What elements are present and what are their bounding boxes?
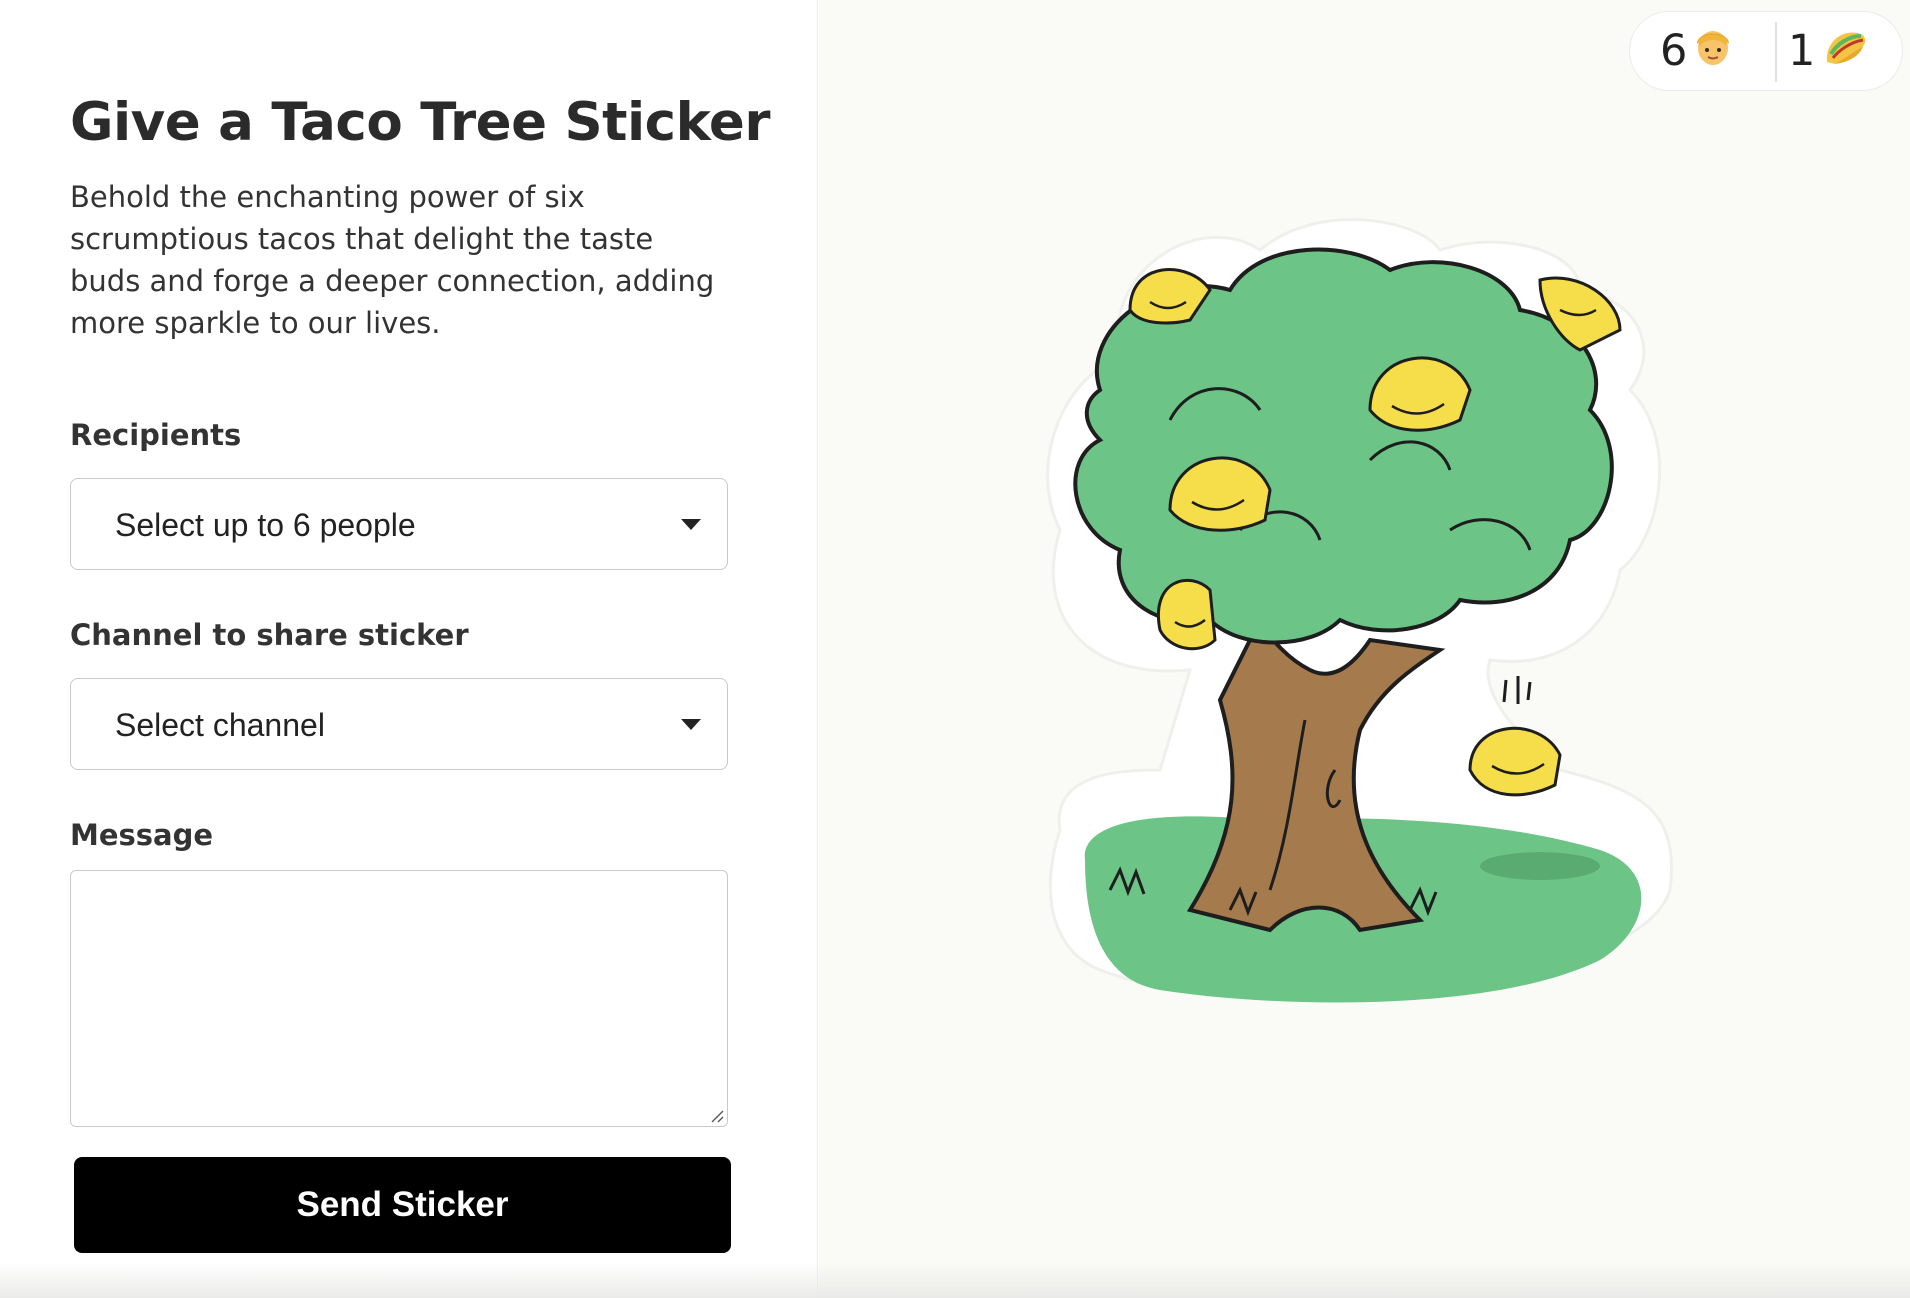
recipients-select[interactable]: Select up to 6 people <box>70 478 728 570</box>
taco-face-5 <box>1156 579 1217 651</box>
channel-select-placeholder: Select channel <box>115 707 325 743</box>
resize-grip-icon[interactable] <box>708 1107 724 1123</box>
people-stat: 6 <box>1660 12 1733 90</box>
page-title: Give a Taco Tree Sticker <box>70 92 771 153</box>
stats-pill: 6 1 <box>1629 11 1903 91</box>
stats-divider <box>1775 22 1777 82</box>
send-sticker-button[interactable]: Send Sticker <box>74 1157 731 1253</box>
recipients-select-placeholder: Select up to 6 people <box>115 507 416 543</box>
recipients-label: Recipients <box>70 418 242 452</box>
chevron-down-icon <box>681 519 701 530</box>
channel-label: Channel to share sticker <box>70 618 469 652</box>
chevron-down-icon <box>681 719 701 730</box>
bottom-shade <box>0 1262 1910 1298</box>
sticker-form-panel: Give a Taco Tree Sticker Behold the ench… <box>0 0 818 1298</box>
page-description: Behold the enchanting power of six scrum… <box>70 180 715 340</box>
message-textarea[interactable] <box>70 870 728 1127</box>
taco-stat: 1 <box>1788 12 1869 90</box>
taco-emoji-icon <box>1821 24 1869 79</box>
taco-tree-sticker-illustration <box>1046 218 1673 1003</box>
person-emoji-icon <box>1693 24 1733 79</box>
channel-select[interactable]: Select channel <box>70 678 728 770</box>
message-label: Message <box>70 818 214 852</box>
taco-count: 1 <box>1788 26 1816 76</box>
people-count: 6 <box>1660 26 1688 76</box>
